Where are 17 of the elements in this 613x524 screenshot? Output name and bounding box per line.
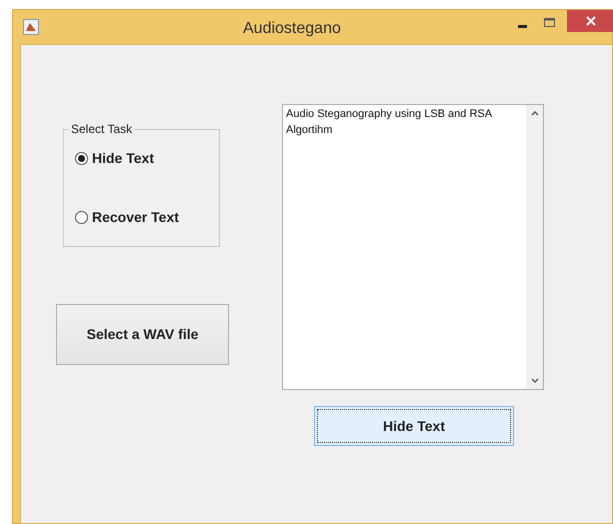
radio-button[interactable] xyxy=(75,152,88,165)
text-content: Audio Steganography using LSB and RSA Algortihm xyxy=(285,107,493,138)
select-file-button[interactable]: Select a WAV file xyxy=(56,304,229,365)
group-title: Select Task xyxy=(70,121,134,138)
scroll-down-icon[interactable] xyxy=(530,378,538,383)
text-area[interactable]: Audio Steganography using LSB and RSA Algortihm xyxy=(282,104,544,390)
close-icon[interactable] xyxy=(586,16,596,26)
radio-button[interactable] xyxy=(75,211,88,224)
window-title: Audiostegano xyxy=(243,19,341,39)
scrollbar[interactable] xyxy=(526,105,543,389)
app-icon[interactable] xyxy=(23,19,39,35)
maximize-icon[interactable] xyxy=(544,18,555,27)
radio-label[interactable]: Recover Text xyxy=(92,207,179,228)
radio-label[interactable]: Hide Text xyxy=(92,148,154,169)
close-button[interactable] xyxy=(567,10,613,32)
hide-text-button[interactable]: Hide Text xyxy=(314,406,514,446)
scroll-up-icon[interactable] xyxy=(530,111,538,116)
